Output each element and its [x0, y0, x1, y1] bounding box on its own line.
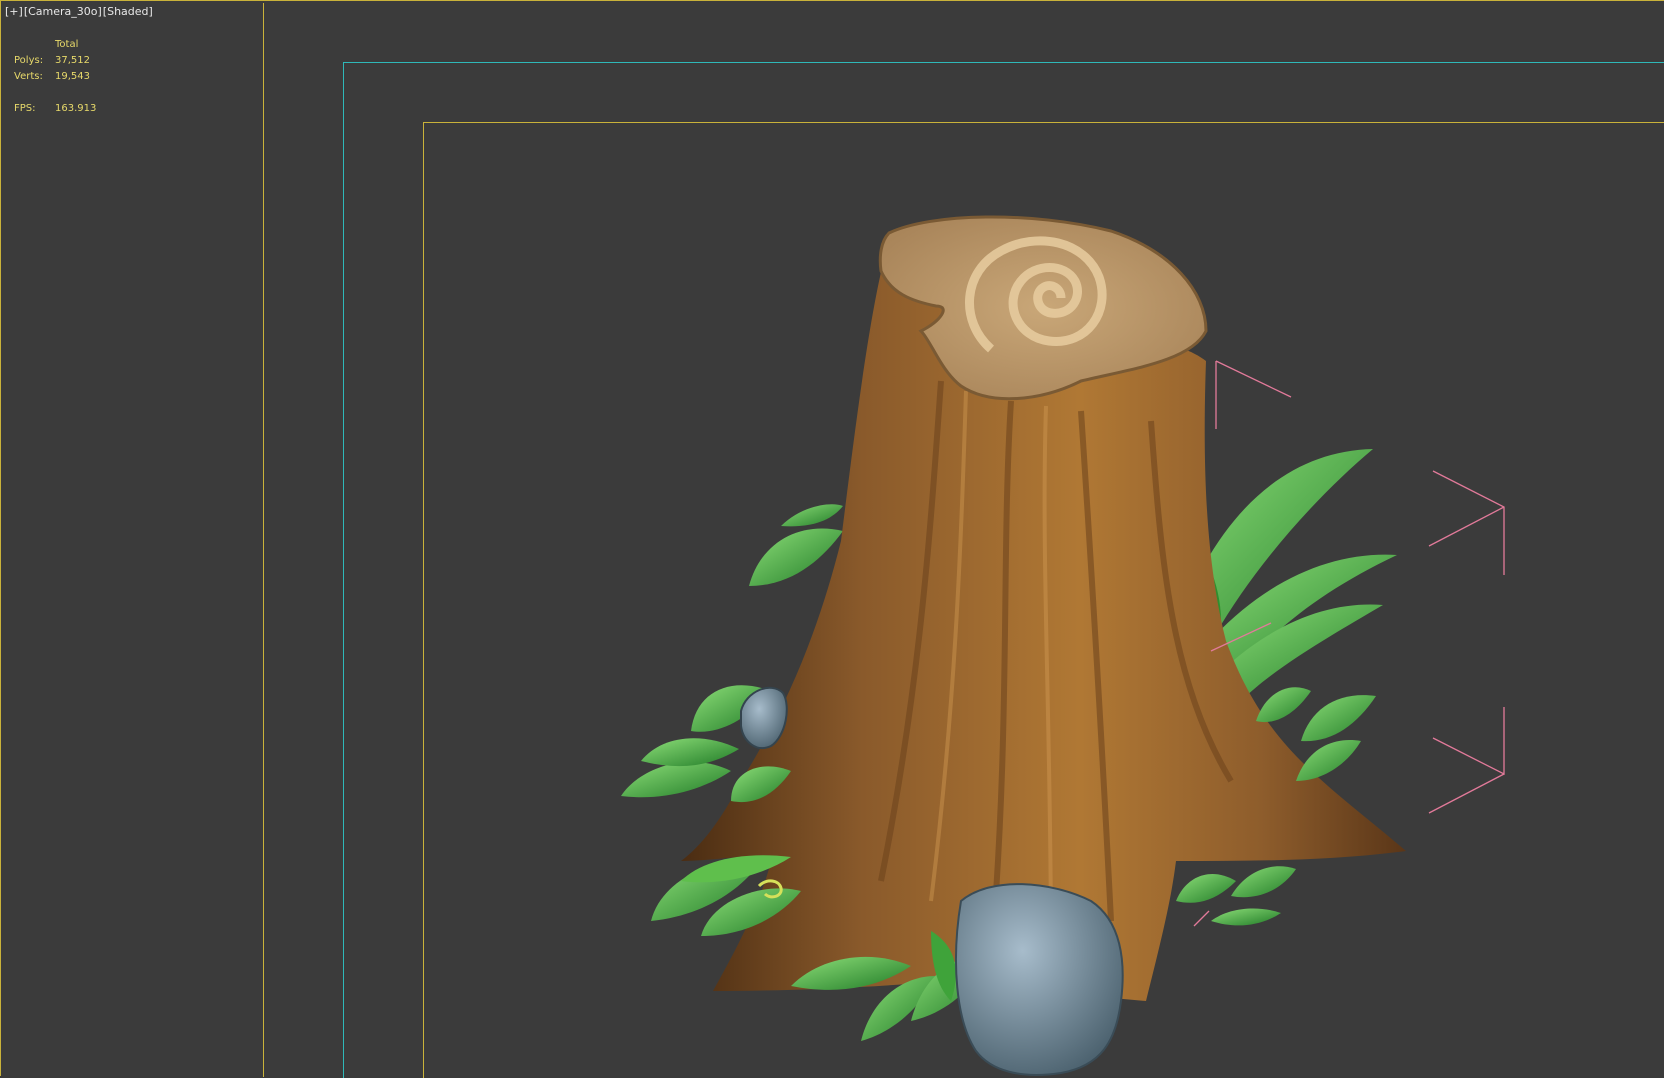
scene-render[interactable]	[1, 1, 1664, 1077]
leaves-back-left	[749, 504, 843, 586]
viewport[interactable]: [+][Camera_30o][Shaded] Total Polys: 37,5…	[0, 0, 1664, 1078]
rock-large[interactable]	[955, 883, 1124, 1076]
